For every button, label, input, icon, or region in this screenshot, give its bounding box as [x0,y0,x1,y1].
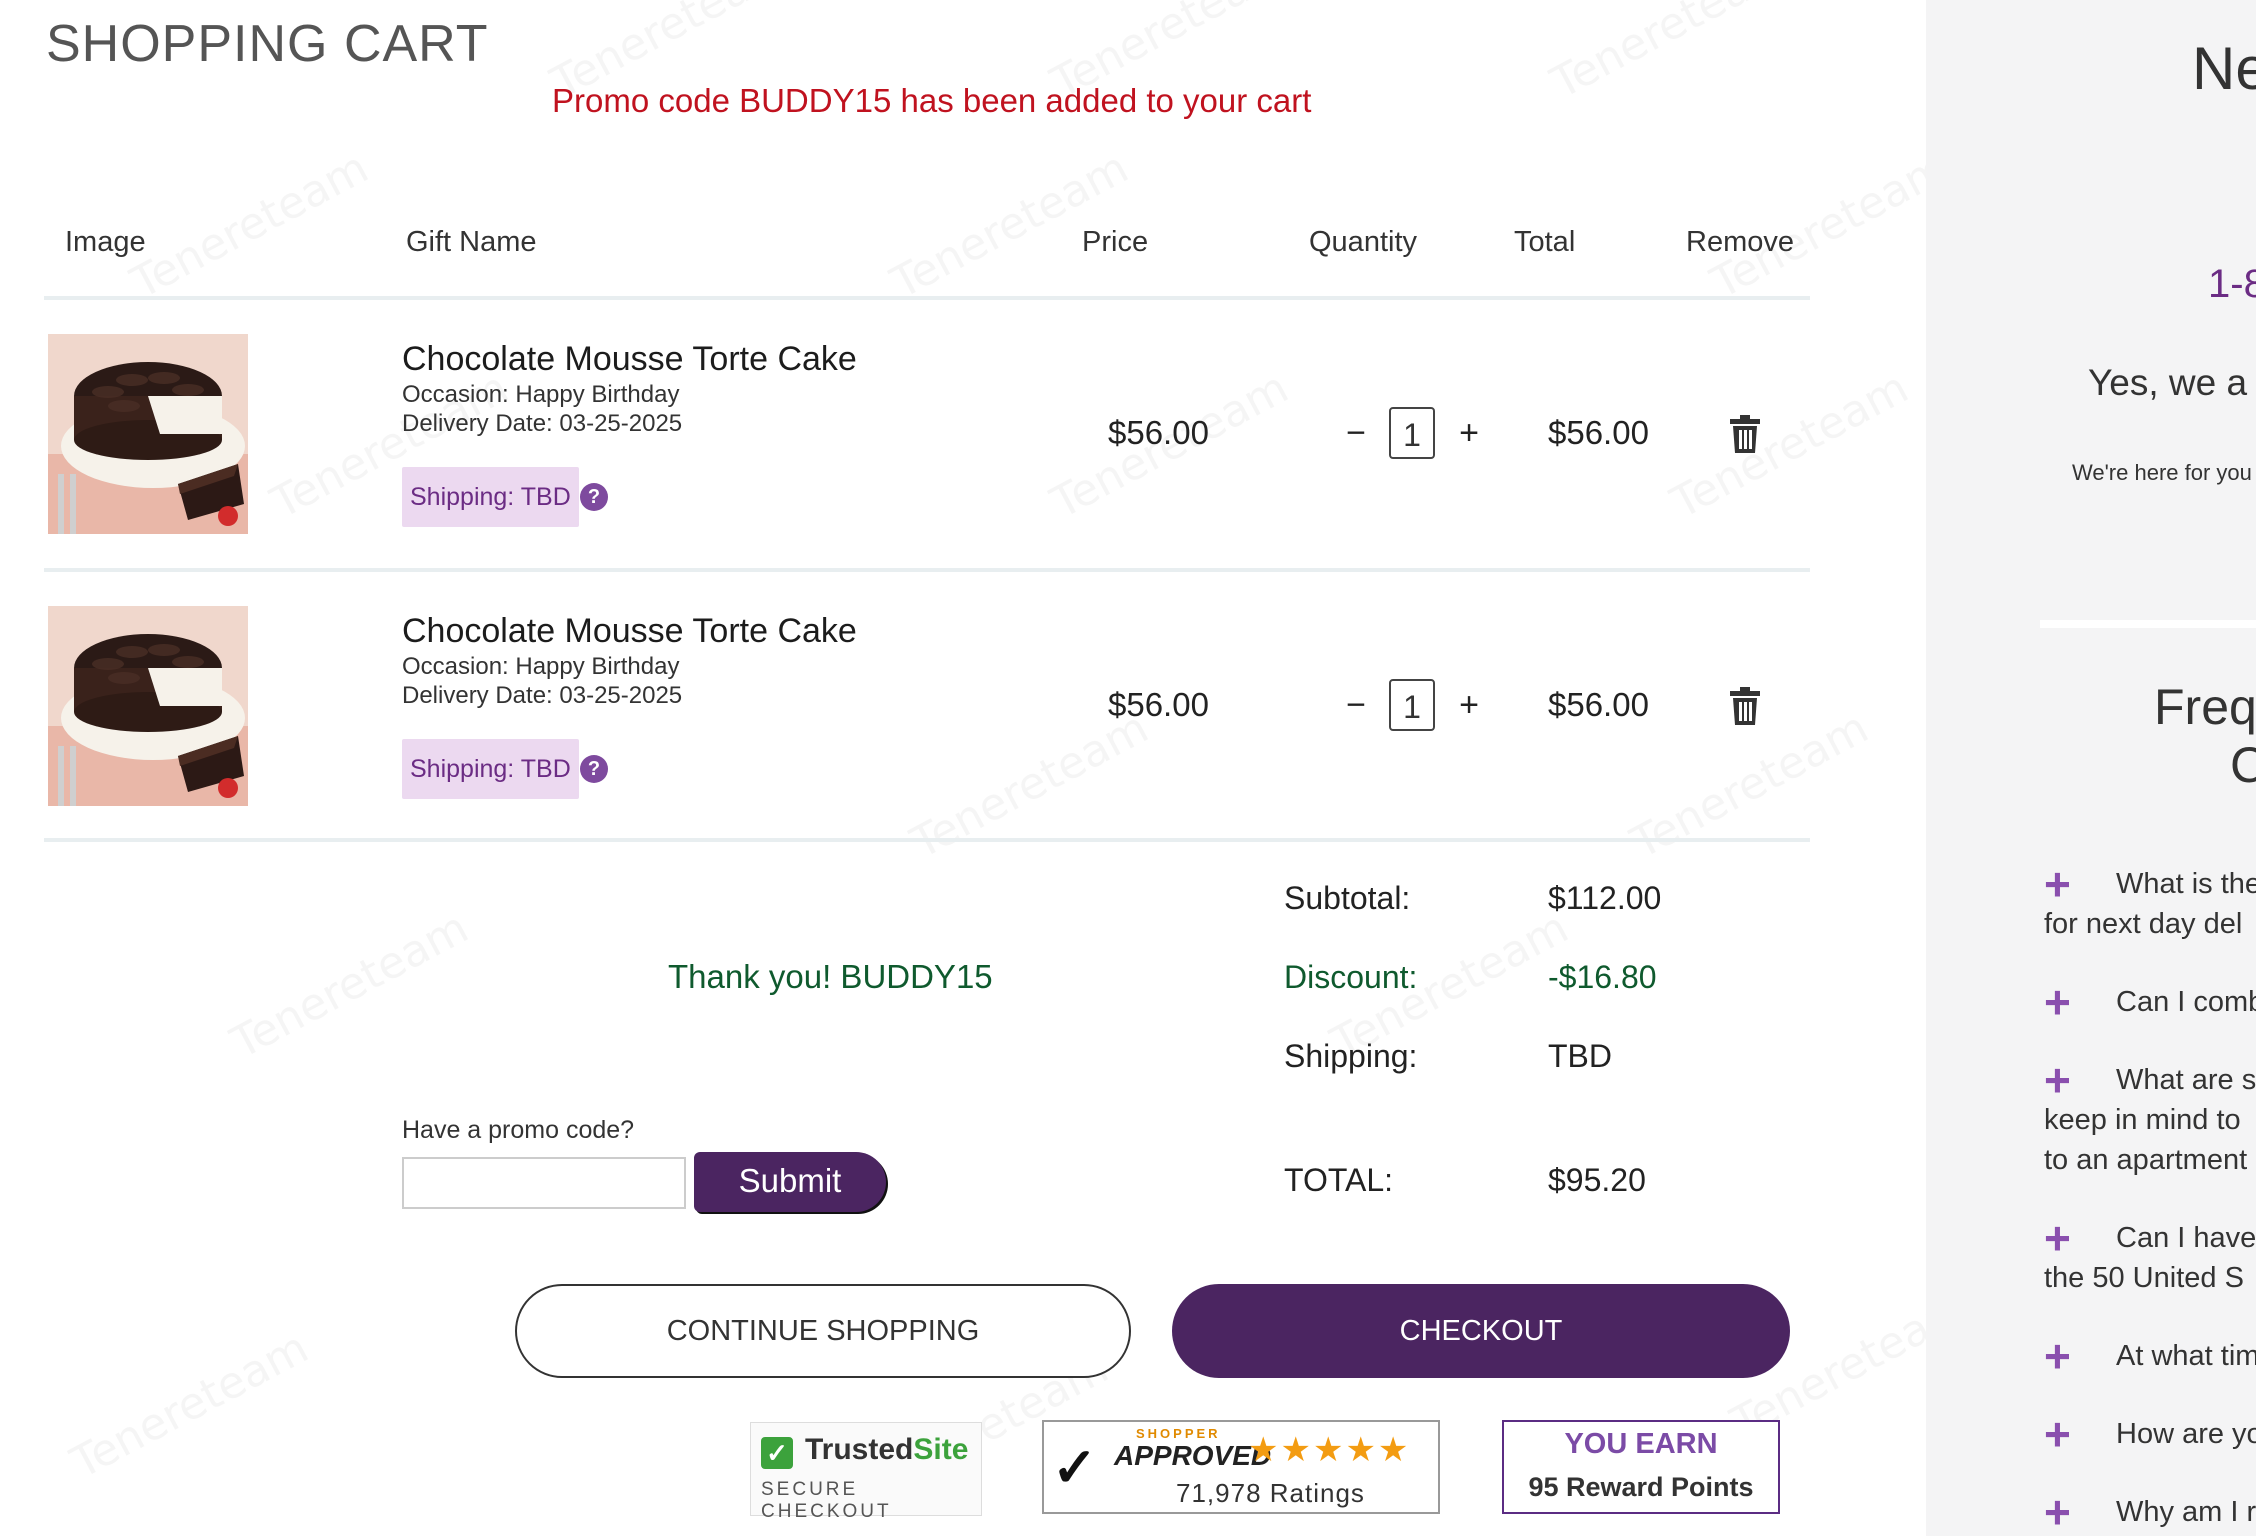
checkmark-icon: ✓ [761,1437,793,1469]
plus-icon[interactable]: + [2044,1411,2071,1457]
occasion-text: Occasion: Happy Birthday [402,381,680,408]
faq-question[interactable]: What are s [2116,1060,2256,1100]
divider [44,838,1810,842]
faq-question[interactable]: Can I comb [2116,982,2256,1022]
shopper-approved-logo-icon: ✓ [1052,1438,1098,1498]
quantity-input[interactable]: 1 [1389,679,1435,731]
gift-name[interactable]: Chocolate Mousse Torte Cake [402,612,857,651]
watermark-text: Tenereteam [1663,362,1917,529]
item-total: $56.00 [1548,414,1649,451]
quantity-decrease-button[interactable]: − [1341,414,1371,453]
trusted-site-logo: TrustedSite [805,1433,969,1466]
column-header-price: Price [1082,226,1149,258]
gift-name[interactable]: Chocolate Mousse Torte Cake [402,340,857,379]
shopper-label: SHOPPER [1136,1426,1221,1441]
help-sidebar: Ne 1-8 Yes, we a We're here for you Freq… [1926,0,2256,1536]
faq-question-line[interactable]: to an apartment [2044,1140,2247,1180]
plus-icon[interactable]: + [2044,1333,2071,1379]
watermark-text: Tenereteam [123,142,377,309]
page-title: SHOPPING CART [46,15,489,73]
delivery-date-text: Delivery Date: 03-25-2025 [402,410,683,437]
divider [44,296,1810,300]
watermark-text: Tenereteam [63,1322,317,1489]
subtotal-value: $112.00 [1548,880,1662,916]
quantity-input[interactable]: 1 [1389,407,1435,459]
shipping-label: Shipping: [1284,1038,1418,1074]
faq-question-line[interactable]: for next day del [2044,904,2242,944]
plus-icon[interactable]: + [2044,979,2071,1025]
shipping-value: TBD [1548,1038,1612,1074]
faq-question-line[interactable]: the 50 United S [2044,1258,2244,1298]
ratings-count: 71,978 Ratings [1176,1478,1365,1508]
watermark-text: Tenereteam [903,702,1157,869]
sidebar-phone-link[interactable]: 1-8 [2208,262,2256,307]
divider [44,568,1810,572]
plus-icon[interactable]: + [2044,1057,2071,1103]
total-label: TOTAL: [1284,1162,1394,1198]
shopper-approved-badge[interactable]: ✓ SHOPPER APPROVED ★★★★★ 71,978 Ratings [1042,1420,1440,1514]
column-header-quantity: Quantity [1309,226,1417,258]
faq-question-line[interactable]: keep in mind to [2044,1100,2241,1140]
quantity-increase-button[interactable]: + [1454,414,1484,453]
watermark-text: Tenereteam [1623,702,1877,869]
sidebar-here-text: We're here for you [2072,460,2252,485]
quantity-increase-button[interactable]: + [1454,686,1484,725]
discount-value: -$16.80 [1548,959,1657,995]
plus-icon[interactable]: + [2044,1215,2071,1261]
reward-headline: YOU EARN [1564,1428,1718,1460]
delivery-date-text: Delivery Date: 03-25-2025 [402,682,683,709]
item-price: $56.00 [1108,686,1209,723]
promo-code-input[interactable] [402,1157,686,1209]
promo-thanks-message: Thank you! BUDDY15 [668,958,993,995]
column-header-gift-name: Gift Name [406,226,537,258]
item-price: $56.00 [1108,414,1209,451]
faq-question[interactable]: Why am I r [2116,1492,2256,1532]
promo-submit-button[interactable]: Submit [694,1152,886,1212]
watermark-text: Tenereteam [1543,0,1797,109]
plus-icon[interactable]: + [2044,1489,2071,1535]
promo-applied-message: Promo code BUDDY15 has been added to you… [552,82,1312,119]
subtotal-label: Subtotal: [1284,880,1411,916]
column-header-remove: Remove [1686,226,1794,258]
reward-points-badge: YOU EARN 95 Reward Points [1502,1420,1780,1514]
sidebar-yes-text: Yes, we a [2088,362,2248,403]
faq-question[interactable]: How are yo [2116,1414,2256,1454]
product-image[interactable] [48,606,248,806]
sidebar-divider [2040,620,2256,628]
quantity-decrease-button[interactable]: − [1341,686,1371,725]
continue-shopping-button[interactable]: CONTINUE SHOPPING [515,1284,1131,1378]
help-icon[interactable]: ? [580,483,608,511]
column-header-total: Total [1514,226,1576,258]
checkout-button[interactable]: CHECKOUT [1172,1284,1790,1378]
rating-stars-icon: ★★★★★ [1248,1431,1411,1469]
secure-checkout-text: SECURE CHECKOUT [761,1479,892,1522]
occasion-text: Occasion: Happy Birthday [402,653,680,680]
trash-icon[interactable] [1728,414,1762,454]
faq-question[interactable]: What is the [2116,864,2256,904]
item-total: $56.00 [1548,686,1649,723]
watermark-text: Tenereteam [223,902,477,1069]
trusted-site-badge[interactable]: ✓ TrustedSite SECURE CHECKOUT [750,1422,982,1522]
help-icon[interactable]: ? [580,755,608,783]
discount-label: Discount: [1284,959,1418,995]
faq-heading-line2: C [2230,737,2256,793]
sidebar-heading: Ne [2192,35,2256,102]
column-header-image: Image [65,226,146,258]
total-value: $95.20 [1548,1162,1646,1198]
product-image[interactable] [48,334,248,534]
shipping-tag: Shipping: TBD [402,739,579,799]
faq-heading: Freq [2154,679,2256,735]
reward-points-text: 95 Reward Points [1528,1472,1754,1502]
faq-question[interactable]: At what tim [2116,1336,2256,1376]
promo-code-label: Have a promo code? [402,1116,635,1144]
shipping-tag: Shipping: TBD [402,467,579,527]
faq-question[interactable]: Can I have [2116,1218,2256,1258]
trash-icon[interactable] [1728,686,1762,726]
plus-icon[interactable]: + [2044,861,2071,907]
